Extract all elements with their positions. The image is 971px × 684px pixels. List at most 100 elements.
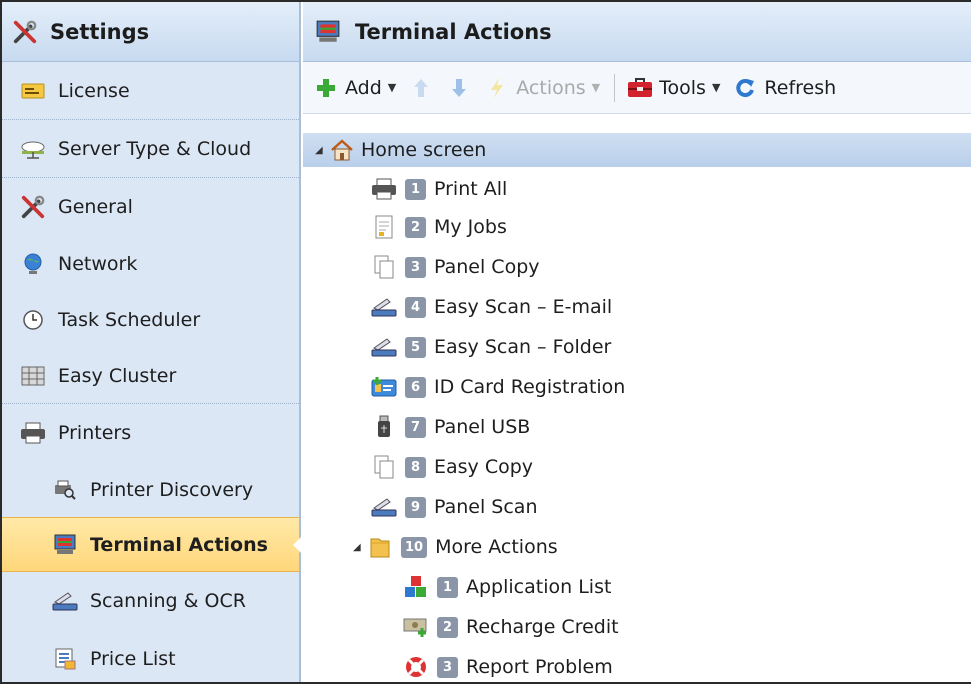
- sidebar-item-task-scheduler[interactable]: Task Scheduler: [2, 291, 299, 348]
- printer-icon: [20, 420, 46, 446]
- chevron-down-icon: ▼: [387, 81, 397, 94]
- sidebar-item-server-type-cloud[interactable]: Server Type & Cloud: [2, 120, 299, 178]
- folder-icon: [367, 534, 393, 560]
- copy-icon: [371, 254, 397, 280]
- chevron-down-icon: ▼: [591, 81, 601, 94]
- sidebar-title: Settings: [50, 19, 150, 44]
- order-badge: 6: [405, 376, 426, 398]
- tree-node-report-problem[interactable]: 3 Report Problem: [303, 647, 971, 682]
- tree-node-more-actions[interactable]: ◢ 10 More Actions: [303, 527, 971, 567]
- printer-search-icon: [52, 477, 78, 503]
- toolbox-icon: [627, 75, 653, 101]
- tree-node-application-list[interactable]: 1 Application List: [303, 567, 971, 607]
- tree-node-easy-copy[interactable]: 8 Easy Copy: [303, 447, 971, 487]
- tree-node-label: My Jobs: [434, 216, 507, 238]
- scanner-icon: [371, 294, 397, 320]
- tree-node-my-jobs[interactable]: 2 My Jobs: [303, 207, 971, 247]
- usb-icon: [371, 414, 397, 440]
- cluster-icon: [20, 363, 46, 389]
- order-badge: 7: [405, 416, 426, 438]
- tree-node-label: Recharge Credit: [466, 616, 619, 638]
- sidebar-item-easy-cluster[interactable]: Easy Cluster: [2, 348, 299, 404]
- sidebar-item-printer-discovery[interactable]: Printer Discovery: [2, 462, 299, 517]
- order-badge: 5: [405, 336, 426, 358]
- general-tools-icon: [20, 194, 46, 220]
- app-blocks-icon: [403, 574, 429, 600]
- tree-node-label: Easy Copy: [434, 456, 534, 478]
- tree-node-recharge-credit[interactable]: 2 Recharge Credit: [303, 607, 971, 647]
- sidebar-item-general[interactable]: General: [2, 178, 299, 236]
- tree-node-label: Panel Copy: [434, 256, 540, 278]
- add-button[interactable]: Add ▼: [313, 75, 396, 101]
- refresh-button[interactable]: Refresh: [732, 75, 836, 101]
- arrow-up-icon: [408, 75, 434, 101]
- sidebar-item-scanning-ocr[interactable]: Scanning & OCR: [2, 572, 299, 630]
- arrow-down-icon: [446, 75, 472, 101]
- page-title: Terminal Actions: [355, 19, 552, 44]
- sidebar-item-label: Task Scheduler: [58, 308, 201, 331]
- app-window: Settings License Server Type & Cloud Gen…: [0, 0, 971, 684]
- tree-node-easy-scan-folder[interactable]: 5 Easy Scan – Folder: [303, 327, 971, 367]
- collapse-triangle-icon[interactable]: ◢: [315, 145, 329, 156]
- tree-node-label: More Actions: [435, 536, 558, 558]
- sidebar-item-label: Server Type & Cloud: [58, 137, 252, 160]
- tree-node-label: Report Problem: [466, 656, 613, 678]
- sidebar-item-label: Network: [58, 252, 138, 275]
- order-badge: 8: [405, 456, 426, 478]
- tree-node-panel-copy[interactable]: 3 Panel Copy: [303, 247, 971, 287]
- tree-node-panel-usb[interactable]: 7 Panel USB: [303, 407, 971, 447]
- actions-button[interactable]: Actions ▼: [484, 75, 600, 101]
- id-card-icon: [371, 374, 397, 400]
- sidebar-item-label: Printers: [58, 422, 132, 444]
- scanner-icon: [371, 494, 397, 520]
- order-badge: 9: [405, 496, 426, 518]
- settings-tools-icon: [12, 19, 38, 45]
- sidebar-item-price-list[interactable]: Price List: [2, 630, 299, 682]
- terminal-icon: [52, 532, 78, 558]
- sidebar-item-label: Printer Discovery: [90, 478, 254, 501]
- sidebar-item-license[interactable]: License: [2, 62, 299, 120]
- tools-button[interactable]: Tools ▼: [627, 75, 720, 101]
- terminal-icon: [315, 19, 341, 45]
- tree-node-label: Panel USB: [434, 416, 531, 438]
- tree-node-panel-scan[interactable]: 9 Panel Scan: [303, 487, 971, 527]
- collapse-triangle-icon[interactable]: ◢: [353, 542, 367, 553]
- order-badge: 3: [437, 656, 458, 678]
- tree-node-easy-scan-email[interactable]: 4 Easy Scan – E-mail: [303, 287, 971, 327]
- main-header: Terminal Actions: [303, 2, 971, 62]
- cloud-server-icon: [20, 136, 46, 162]
- toolbar: Add ▼ Actions ▼ Tools ▼ Refresh: [303, 62, 971, 114]
- tree-node-label: Easy Scan – E-mail: [434, 296, 613, 318]
- scanner-icon: [52, 588, 78, 614]
- settings-sidebar: Settings License Server Type & Cloud Gen…: [2, 2, 302, 682]
- tree-node-id-card-registration[interactable]: 6 ID Card Registration: [303, 367, 971, 407]
- sidebar-item-label: Terminal Actions: [90, 533, 268, 556]
- tree-node-label: ID Card Registration: [434, 376, 626, 398]
- tree-node-label: Home screen: [361, 139, 487, 161]
- move-down-button[interactable]: [446, 75, 472, 101]
- tree-node-label: Application List: [466, 576, 612, 598]
- scanner-icon: [371, 334, 397, 360]
- sidebar-item-network[interactable]: Network: [2, 236, 299, 291]
- sidebar-item-label: License: [58, 79, 130, 102]
- order-badge: 4: [405, 296, 426, 318]
- copy-icon: [371, 454, 397, 480]
- refresh-icon: [732, 75, 758, 101]
- refresh-label: Refresh: [764, 76, 837, 99]
- move-up-button[interactable]: [408, 75, 434, 101]
- tree-node-label: Print All: [434, 178, 508, 200]
- printer-icon: [371, 176, 397, 202]
- order-badge: 3: [405, 256, 426, 278]
- order-badge: 2: [437, 616, 458, 638]
- license-icon: [20, 78, 46, 104]
- chevron-down-icon: ▼: [711, 81, 721, 94]
- clock-icon: [20, 307, 46, 333]
- sidebar-item-label: Easy Cluster: [58, 364, 177, 387]
- tree-node-home-screen[interactable]: ◢ Home screen: [303, 133, 971, 167]
- sidebar-item-printers[interactable]: Printers: [2, 404, 299, 462]
- credit-icon: [403, 614, 429, 640]
- plus-icon: [313, 75, 339, 101]
- sidebar-item-terminal-actions[interactable]: Terminal Actions: [2, 517, 302, 572]
- tree-node-label: Easy Scan – Folder: [434, 336, 612, 358]
- tree-node-print-all[interactable]: 1 Print All: [303, 171, 971, 207]
